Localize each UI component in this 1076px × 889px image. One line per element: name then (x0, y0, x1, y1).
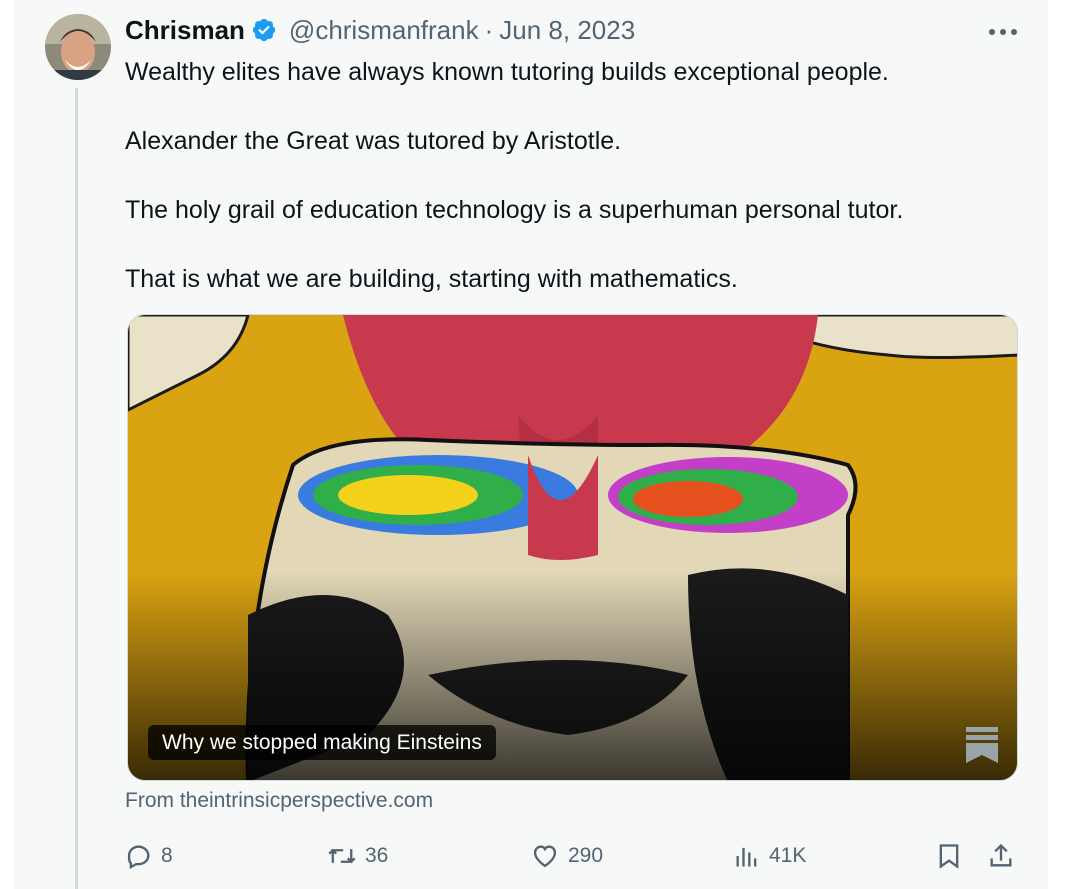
tweet-paragraph: The holy grail of education technology i… (125, 196, 904, 224)
reply-icon (127, 845, 150, 870)
verified-badge-icon (252, 18, 276, 42)
tweet-paragraph: Alexander the Great was tutored by Arist… (125, 127, 622, 155)
card-title: Why we stopped making Einsteins (148, 725, 496, 760)
more-options-button[interactable] (985, 14, 1021, 50)
thread-line (75, 88, 78, 889)
reply-button[interactable]: 8 (125, 836, 173, 876)
views-chart-icon (736, 847, 757, 867)
retweet-icon (328, 848, 356, 864)
avatar-image (45, 14, 111, 80)
reply-count: 8 (161, 844, 173, 867)
author-name[interactable]: Chrisman (125, 15, 245, 46)
header-separator: · (484, 14, 494, 45)
author-handle[interactable]: @chrismanfrank (289, 15, 479, 46)
share-button[interactable] (987, 836, 1015, 876)
tweet-header: Chrisman @chrismanfrank · Jun 8, 2023 (125, 12, 635, 48)
retweet-button[interactable]: 36 (327, 836, 388, 876)
like-button[interactable]: 290 (530, 836, 603, 876)
bookmark-icon (939, 844, 959, 869)
tweet-paragraph: Wealthy elites have always known tutorin… (125, 58, 889, 86)
views-button[interactable]: 41K (733, 836, 806, 876)
bookmark-button[interactable] (935, 836, 963, 876)
heart-icon (533, 845, 557, 868)
avatar[interactable] (45, 14, 111, 80)
action-bar: 8 36 290 41K (125, 836, 1025, 876)
card-image (128, 315, 1017, 780)
share-icon (990, 843, 1012, 867)
bookmark-banner-icon (966, 727, 998, 763)
retweet-count: 36 (365, 844, 389, 867)
tweet-date[interactable]: Jun 8, 2023 (499, 15, 635, 46)
tweet-paragraph: That is what we are building, starting w… (125, 265, 738, 293)
card-source[interactable]: From theintrinsicperspective.com (125, 789, 433, 813)
link-card[interactable]: Why we stopped making Einsteins (127, 314, 1018, 781)
more-horizontal-icon (989, 29, 1017, 35)
views-count: 41K (769, 844, 807, 867)
like-count: 290 (568, 844, 604, 867)
tweet-text: Wealthy elites have always known tutorin… (125, 55, 1025, 331)
